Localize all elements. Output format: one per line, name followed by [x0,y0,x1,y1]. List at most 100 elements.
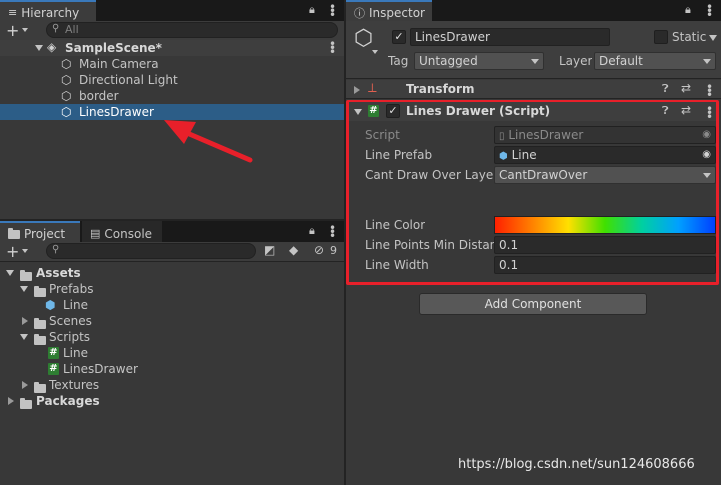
scene-expand-icon[interactable] [35,45,43,51]
icon-dropdown-icon[interactable] [372,50,378,54]
list-item[interactable]: ⬡ border [0,88,344,104]
tab-project[interactable]: Project [0,221,80,242]
add-button[interactable]: + [6,242,19,261]
object-picker-icon[interactable]: ◉ [702,147,711,163]
component-enabled-checkbox[interactable]: ✓ [386,104,400,118]
prefab-cube-icon: ⬢ [45,298,56,312]
tree-item-line-prefab[interactable]: ⬢ Line [0,297,344,313]
search-icon: ⚲ [52,244,60,255]
tab-inspector[interactable]: ⓘ Inspector [346,0,432,21]
tree-item-label: Scripts [49,330,91,344]
filter-by-type-icon[interactable]: ◩ [264,243,275,257]
min-distance-input[interactable]: 0.1 [494,236,716,254]
tree-item-packages[interactable]: Packages [0,393,344,409]
project-search-input[interactable]: ⚲ [46,243,256,259]
chevron-down-icon [703,173,711,178]
help-icon[interactable]: ❓︎ [662,82,669,96]
presets-icon[interactable]: ⇄ [681,103,691,117]
add-dropdown-icon[interactable] [22,249,28,253]
tree-item-label: LinesDrawer [63,362,138,376]
tree-item-label: Textures [49,378,100,392]
hierarchy-menu-icon[interactable]: • • • [329,1,336,21]
search-icon: ⚲ [52,23,60,34]
tree-item-scenes[interactable]: Scenes [0,313,344,329]
expand-icon[interactable] [20,334,28,340]
gameobject-cube-icon: ⬡ [61,105,72,119]
watermark: https://blog.csdn.net/sun124608666 [458,457,695,472]
tree-item-linesdrawer-script[interactable]: # LinesDrawer [0,361,344,377]
hidden-packages-count: 9 [330,244,337,257]
folder-icon [34,318,46,329]
hidden-packages-icon[interactable]: ⊘ [314,243,324,257]
tag-value: Untagged [419,54,478,68]
line-prefab-field[interactable]: ⬢ Line ◉ [494,146,716,164]
list-item-label: Directional Light [79,73,178,87]
line-color-gradient[interactable] [494,216,716,234]
tab-console[interactable]: ▤ Console [82,221,162,242]
project-panel: Project ▤ Console 🔒︎ • • • + ⚲ ◩ ◆ ⊘ 9 Ass… [0,221,344,485]
lock-icon[interactable]: 🔒︎ [685,3,691,17]
tree-item-label: Line [63,346,89,360]
list-item[interactable]: ⬡ Directional Light [0,72,344,88]
hierarchy-search-input[interactable]: ⚲ All [46,22,338,38]
tab-hierarchy[interactable]: ≡ Hierarchy [0,0,96,21]
scene-name: SampleScene* [65,41,162,55]
script-file-icon: ▯ [499,131,505,142]
add-dropdown-icon[interactable] [22,28,28,32]
add-component-button[interactable]: Add Component [419,293,647,315]
expand-icon[interactable] [6,270,14,276]
static-label: Static [672,30,707,44]
cant-draw-value: CantDrawOver [499,168,588,182]
collapse-icon[interactable] [8,397,14,405]
active-checkbox[interactable]: ✓ [392,30,406,44]
tab-console-label: Console [104,226,153,241]
gameobject-cube-icon: ⬡ [61,57,72,71]
tree-item-line-script[interactable]: # Line [0,345,344,361]
transform-label: Transform [406,82,475,96]
lock-icon[interactable]: 🔒︎ [309,224,315,238]
list-icon: ≡ [8,6,18,19]
static-checkbox[interactable] [654,30,668,44]
cant-draw-dropdown[interactable]: CantDrawOver [494,166,716,184]
hierarchy-panel: ≡ Hierarchy 🔒︎ • • • + ⚲ All ◈ SampleScene… [0,0,344,219]
tree-item-label: Line [63,298,89,312]
line-width-label: Line Width [365,258,429,272]
line-color-label: Line Color [365,218,426,232]
tree-item-assets[interactable]: Assets [0,265,344,281]
inspector-menu-icon[interactable]: • • • [706,1,713,21]
folder-open-icon [34,286,46,297]
project-menu-icon[interactable]: • • • [329,222,336,242]
collapse-icon[interactable] [22,317,28,325]
scene-menu-icon[interactable]: • • • [329,38,336,58]
static-dropdown-icon[interactable] [709,35,717,41]
line-width-input[interactable]: 0.1 [494,256,716,274]
filter-by-label-icon[interactable]: ◆ [289,243,298,257]
tree-item-textures[interactable]: Textures [0,377,344,393]
tag-dropdown[interactable]: Untagged [414,52,544,70]
lock-icon[interactable]: 🔒︎ [309,3,315,17]
layer-value: Default [599,54,643,68]
object-name-input[interactable]: LinesDrawer [410,28,610,46]
help-icon[interactable]: ❓︎ [662,104,669,118]
csharp-script-icon: # [48,363,59,375]
transform-menu-icon[interactable]: • • • [706,81,713,101]
component-expand-icon[interactable] [354,109,362,115]
presets-icon[interactable]: ⇄ [681,81,691,95]
folder-open-icon [34,334,46,345]
script-field: ▯ LinesDrawer ◉ [494,126,716,144]
list-item-label: Main Camera [79,57,159,71]
tree-item-scripts[interactable]: Scripts [0,329,344,345]
tree-item-prefabs[interactable]: Prefabs [0,281,344,297]
tab-inspector-label: Inspector [369,5,425,20]
layer-dropdown[interactable]: Default [594,52,716,70]
add-button[interactable]: + [6,21,19,40]
gameobject-cube-icon: ⬡ [61,89,72,103]
component-menu-icon[interactable]: • • • [706,103,713,123]
list-item[interactable]: ⬡ Main Camera [0,56,344,72]
object-picker-icon: ◉ [702,129,711,140]
expand-icon[interactable] [20,286,28,292]
transform-expand-icon[interactable] [354,86,360,94]
collapse-icon[interactable] [22,381,28,389]
tree-item-label: Prefabs [49,282,94,296]
gameobject-cube-icon: ⬡ [61,73,72,87]
